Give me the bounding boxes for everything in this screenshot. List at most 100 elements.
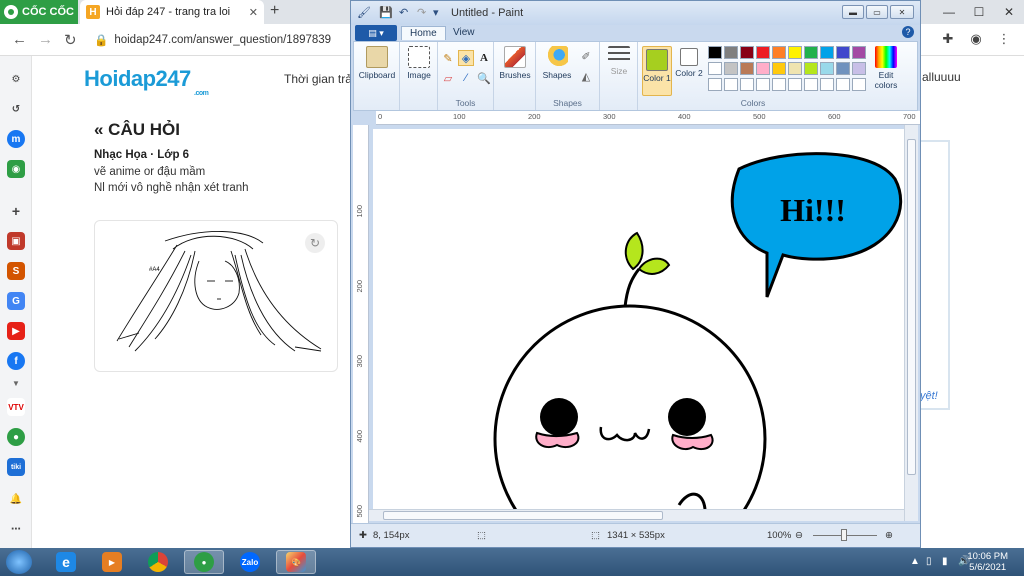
- taskbar-paint[interactable]: 🎨: [276, 550, 316, 574]
- game-icon[interactable]: ◉: [7, 160, 25, 178]
- taskbar-zalo[interactable]: Zalo: [230, 550, 270, 574]
- eraser-icon[interactable]: ▱: [440, 70, 456, 86]
- save-icon[interactable]: 💾: [379, 6, 393, 19]
- brushes-button[interactable]: Brushes: [496, 46, 534, 80]
- palette-swatch[interactable]: [708, 78, 722, 91]
- palette-swatch[interactable]: [740, 46, 754, 59]
- palette-swatch[interactable]: [724, 78, 738, 91]
- palette-swatch[interactable]: [836, 46, 850, 59]
- forward-button[interactable]: →: [38, 31, 53, 48]
- back-button[interactable]: ←: [12, 31, 27, 48]
- palette-swatch[interactable]: [836, 78, 850, 91]
- paint-app-icon[interactable]: 🖌: [357, 6, 371, 19]
- zoom-slider-thumb[interactable]: [841, 529, 847, 541]
- palette-swatch[interactable]: [724, 46, 738, 59]
- palette-swatch[interactable]: [820, 62, 834, 75]
- youtube-icon[interactable]: ▶: [7, 322, 25, 340]
- palette-swatch[interactable]: [772, 78, 786, 91]
- zoom-out-icon[interactable]: ⊖: [795, 530, 803, 541]
- quick-access-dropdown-icon[interactable]: ▾: [433, 6, 439, 19]
- palette-swatch[interactable]: [756, 78, 770, 91]
- taskbar-chrome[interactable]: [138, 550, 178, 574]
- coccoc-menu-button[interactable]: CỐC CỐC: [0, 0, 78, 24]
- palette-swatch[interactable]: [836, 62, 850, 75]
- menu-dots-icon[interactable]: ⋮: [996, 31, 1012, 47]
- tab-close-icon[interactable]: ✕: [249, 6, 258, 19]
- size-button[interactable]: Size: [602, 46, 636, 76]
- palette-swatch[interactable]: [852, 46, 866, 59]
- s-app-icon[interactable]: S: [7, 262, 25, 280]
- zoom-in-icon[interactable]: ⊕: [885, 530, 893, 541]
- drawing-canvas[interactable]: Hi!!!: [373, 129, 904, 521]
- tray-network-icon[interactable]: ▮: [942, 556, 948, 567]
- settings-icon[interactable]: ⚙: [7, 70, 25, 88]
- side-panel-link[interactable]: yệt!: [920, 390, 938, 402]
- hscroll-thumb[interactable]: [383, 511, 663, 520]
- fill-bucket-icon[interactable]: ◈: [458, 50, 474, 66]
- chevron-down-icon[interactable]: ▼: [7, 374, 25, 392]
- palette-swatch[interactable]: [708, 62, 722, 75]
- edit-colors-button[interactable]: Edit colors: [868, 46, 904, 90]
- palette-swatch[interactable]: [804, 46, 818, 59]
- palette-swatch[interactable]: [756, 46, 770, 59]
- vtv-icon[interactable]: VTV: [7, 398, 25, 416]
- outline-icon[interactable]: ✐: [578, 48, 594, 64]
- palette-swatch[interactable]: [772, 46, 786, 59]
- image-button[interactable]: Image: [402, 46, 436, 80]
- palette-swatch[interactable]: [788, 62, 802, 75]
- vscroll-thumb[interactable]: [907, 139, 916, 475]
- redo-icon[interactable]: ↷: [417, 6, 426, 19]
- browser-minimize-button[interactable]: —: [934, 0, 964, 24]
- color1-button[interactable]: Color 1: [642, 46, 672, 96]
- help-icon[interactable]: ?: [902, 26, 914, 38]
- question-image-card[interactable]: #A4 ↻: [94, 220, 338, 372]
- palette-swatch[interactable]: [820, 78, 834, 91]
- shapes-button[interactable]: Shapes: [538, 46, 576, 80]
- tray-arrow-icon[interactable]: ▲: [910, 556, 920, 567]
- url-field[interactable]: 🔒 hoidap247.com/answer_question/1897839: [94, 29, 344, 51]
- notification-bell-icon[interactable]: 🔔: [7, 490, 25, 508]
- palette-swatch[interactable]: [804, 62, 818, 75]
- canvas-vertical-scrollbar[interactable]: [904, 125, 918, 521]
- rotate-image-icon[interactable]: ↻: [305, 233, 325, 253]
- browser-close-button[interactable]: ✕: [994, 0, 1024, 24]
- undo-icon[interactable]: ↶: [399, 6, 408, 19]
- color2-button[interactable]: Color 2: [674, 46, 704, 78]
- clipboard-button[interactable]: Clipboard: [358, 46, 396, 80]
- text-tool-icon[interactable]: A: [476, 50, 492, 66]
- paint-file-menu-button[interactable]: ▤ ▾: [355, 25, 397, 41]
- canvas-horizontal-scrollbar[interactable]: [369, 509, 904, 521]
- palette-swatch[interactable]: [788, 78, 802, 91]
- shopping-icon[interactable]: ▣: [7, 232, 25, 250]
- tab-hoidap[interactable]: H Hỏi đáp 247 - trang tra loi ✕: [80, 0, 264, 24]
- palette-swatch[interactable]: [756, 62, 770, 75]
- tiki-icon[interactable]: tiki: [7, 458, 25, 476]
- hoidap-logo[interactable]: Hoidap247 .com: [84, 66, 209, 97]
- tab-home[interactable]: Home: [401, 26, 446, 40]
- palette-swatch[interactable]: [820, 46, 834, 59]
- palette-swatch[interactable]: [772, 62, 786, 75]
- paint-maximize-button[interactable]: ▭: [866, 5, 888, 19]
- paint-minimize-button[interactable]: ▬: [842, 5, 864, 19]
- palette-swatch[interactable]: [804, 78, 818, 91]
- magnifier-icon[interactable]: 🔍: [476, 70, 492, 86]
- taskbar-media-player[interactable]: ▶: [92, 550, 132, 574]
- palette-swatch[interactable]: [852, 78, 866, 91]
- taskbar-ie[interactable]: e: [46, 550, 86, 574]
- new-tab-button[interactable]: +: [270, 2, 279, 20]
- history-icon[interactable]: ↺: [7, 100, 25, 118]
- paint-close-button[interactable]: ✕: [890, 5, 914, 19]
- messenger-icon[interactable]: m: [7, 130, 25, 148]
- nav-time-link[interactable]: Thời gian trả: [284, 72, 352, 86]
- fill-icon[interactable]: ◭: [578, 68, 594, 84]
- palette-swatch[interactable]: [724, 62, 738, 75]
- taskbar-coccoc[interactable]: ●: [184, 550, 224, 574]
- palette-swatch[interactable]: [852, 62, 866, 75]
- translate-icon[interactable]: G: [7, 292, 25, 310]
- palette-swatch[interactable]: [740, 78, 754, 91]
- start-button[interactable]: [6, 550, 32, 574]
- taskbar-clock[interactable]: 10:06 PM 5/6/2021: [967, 551, 1008, 573]
- browser-maximize-button[interactable]: ☐: [964, 0, 994, 24]
- more-dots-icon[interactable]: ⋯: [7, 520, 25, 538]
- facebook-icon[interactable]: f: [7, 352, 25, 370]
